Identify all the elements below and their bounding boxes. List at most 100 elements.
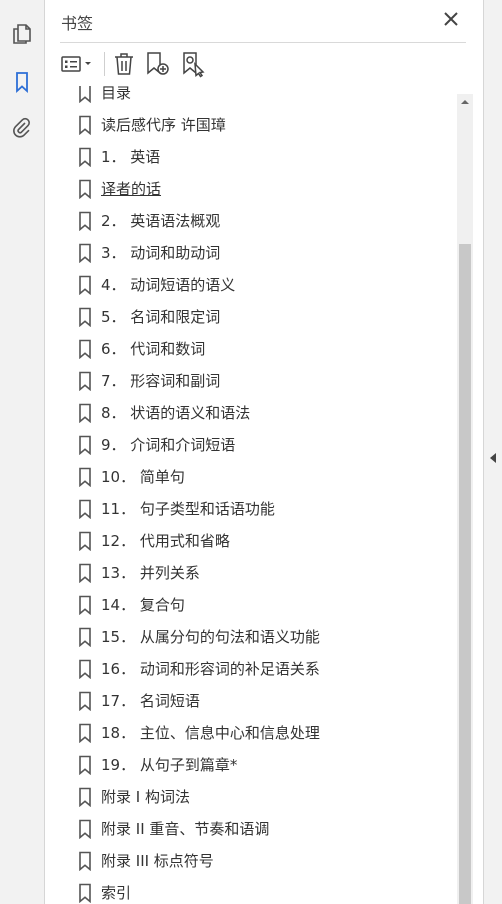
bookmark-icon	[78, 531, 92, 551]
bookmark-item[interactable]: 目录	[75, 86, 455, 108]
panel-title: 书签	[61, 14, 94, 33]
bookmark-label: 5． 名词和限定词	[101, 308, 221, 326]
bookmark-icon	[78, 339, 92, 359]
scroll-thumb[interactable]	[459, 244, 471, 904]
bookmark-item[interactable]: 14． 复合句	[75, 588, 455, 620]
bookmark-label: 2． 英语语法概观	[101, 212, 221, 230]
bookmark-item[interactable]: 6． 代词和数词	[75, 332, 455, 364]
bookmark-item[interactable]: 2． 英语语法概观	[75, 204, 455, 236]
bookmark-label: 读后感代序 许国璋	[101, 116, 226, 134]
bookmark-item[interactable]: 9． 介词和介词短语	[75, 428, 455, 460]
bookmark-item[interactable]: 1． 英语	[75, 140, 455, 172]
bookmark-list-area[interactable]: 目录读后感代序 许国璋 1． 英语译者的话 2． 英语语法概观 3． 动词和助动词 4．…	[45, 86, 483, 904]
new-bookmark-from-structure-icon[interactable]	[180, 50, 208, 78]
bookmark-icon	[78, 86, 92, 103]
bookmark-icon	[78, 115, 92, 135]
bookmark-icon	[78, 723, 92, 743]
bookmark-label: 目录	[101, 86, 132, 102]
bookmark-label: 14． 复合句	[101, 596, 185, 614]
bookmark-label: 译者的话	[101, 180, 162, 198]
left-nav-rail	[0, 0, 45, 904]
bookmark-label: 11． 句子类型和话语功能	[101, 500, 275, 518]
bookmark-label: 附录 III 标点符号	[101, 852, 214, 870]
bookmark-item[interactable]: 15． 从属分句的句法和语义功能	[75, 620, 455, 652]
toolbar-divider	[104, 52, 105, 76]
bookmark-label: 附录 II 重音、节奏和语调	[101, 820, 270, 838]
bookmark-item[interactable]: 8． 状语的语义和语法	[75, 396, 455, 428]
bookmark-label: 15． 从属分句的句法和语义功能	[101, 628, 320, 646]
bookmark-icon	[78, 211, 92, 231]
scroll-up-icon[interactable]	[457, 94, 473, 110]
bookmark-icon	[78, 755, 92, 775]
bookmark-item[interactable]: 7． 形容词和副词	[75, 364, 455, 396]
bookmark-item[interactable]: 17． 名词短语	[75, 684, 455, 716]
bookmark-item[interactable]: 5． 名词和限定词	[75, 300, 455, 332]
bookmark-label: 4． 动词短语的语义	[101, 276, 236, 294]
bookmark-icon	[78, 179, 92, 199]
bookmark-label: 7． 形容词和副词	[101, 372, 221, 390]
bookmark-item[interactable]: 11． 句子类型和话语功能	[75, 492, 455, 524]
bookmark-label: 1． 英语	[101, 148, 161, 166]
bookmark-item[interactable]: 读后感代序 许国璋	[75, 108, 455, 140]
bookmark-item[interactable]: 附录 I 构词法	[75, 780, 455, 812]
bookmark-icon	[78, 243, 92, 263]
bookmark-label: 8． 状语的语义和语法	[101, 404, 251, 422]
bookmark-item[interactable]: 译者的话	[75, 172, 455, 204]
bookmark-item[interactable]: 16． 动词和形容词的补足语关系	[75, 652, 455, 684]
bookmark-icon	[78, 883, 92, 903]
attachment-icon[interactable]	[10, 116, 34, 140]
pages-icon[interactable]	[10, 22, 34, 46]
bookmark-label: 附录 I 构词法	[101, 788, 190, 806]
bookmark-label: 9． 介词和介词短语	[101, 436, 236, 454]
options-menu-icon	[61, 56, 81, 72]
bookmark-label: 13． 并列关系	[101, 564, 200, 582]
bookmark-label: 19． 从句子到篇章*	[101, 756, 238, 774]
close-icon[interactable]	[441, 9, 461, 29]
bookmark-label: 12． 代用式和省略	[101, 532, 230, 550]
bookmark-item[interactable]: 附录 II 重音、节奏和语调	[75, 812, 455, 844]
bookmark-icon	[78, 563, 92, 583]
bookmark-item[interactable]: 12． 代用式和省略	[75, 524, 455, 556]
bookmark-item[interactable]: 索引	[75, 876, 455, 904]
new-bookmark-icon[interactable]	[144, 50, 172, 78]
bookmark-label: 18． 主位、信息中心和信息处理	[101, 724, 320, 742]
bookmark-item[interactable]: 附录 III 标点符号	[75, 844, 455, 876]
bookmark-icon[interactable]	[10, 70, 34, 94]
right-collapse-rail	[483, 0, 502, 904]
bookmark-label: 16． 动词和形容词的补足语关系	[101, 660, 320, 678]
bookmark-item[interactable]: 18． 主位、信息中心和信息处理	[75, 716, 455, 748]
bookmark-label: 17． 名词短语	[101, 692, 200, 710]
bookmark-item[interactable]: 3． 动词和助动词	[75, 236, 455, 268]
collapse-panel-icon[interactable]	[487, 450, 499, 466]
bookmark-item[interactable]: 4． 动词短语的语义	[75, 268, 455, 300]
bookmark-label: 6． 代词和数词	[101, 340, 206, 358]
bookmark-icon	[78, 467, 92, 487]
bookmarks-toolbar	[60, 46, 466, 82]
delete-icon[interactable]	[112, 50, 136, 78]
options-menu-button[interactable]	[60, 50, 98, 78]
chevron-down-icon	[85, 62, 91, 65]
bookmark-icon	[78, 435, 92, 455]
bookmark-item[interactable]: 19． 从句子到篇章*	[75, 748, 455, 780]
divider	[60, 42, 466, 43]
bookmark-icon	[78, 851, 92, 871]
bookmark-icon	[78, 691, 92, 711]
bookmark-item[interactable]: 13． 并列关系	[75, 556, 455, 588]
bookmark-icon	[78, 819, 92, 839]
bookmark-icon	[78, 595, 92, 615]
bookmark-label: 索引	[101, 884, 132, 902]
bookmark-icon	[78, 307, 92, 327]
bookmark-label: 10． 简单句	[101, 468, 185, 486]
bookmark-icon	[78, 499, 92, 519]
bookmark-icon	[78, 627, 92, 647]
bookmark-item[interactable]: 10． 简单句	[75, 460, 455, 492]
bookmark-icon	[78, 403, 92, 423]
bookmark-label: 3． 动词和助动词	[101, 244, 221, 262]
bookmark-icon	[78, 371, 92, 391]
bookmark-icon	[78, 659, 92, 679]
bookmark-icon	[78, 787, 92, 807]
bookmark-icon	[78, 275, 92, 295]
bookmark-icon	[78, 147, 92, 167]
bookmarks-panel: 书签 目录 读后感代序 许国璋 1． 英语 译者的话 2． 英语语法概观 3． …	[45, 0, 483, 904]
vertical-scrollbar[interactable]	[457, 94, 473, 904]
